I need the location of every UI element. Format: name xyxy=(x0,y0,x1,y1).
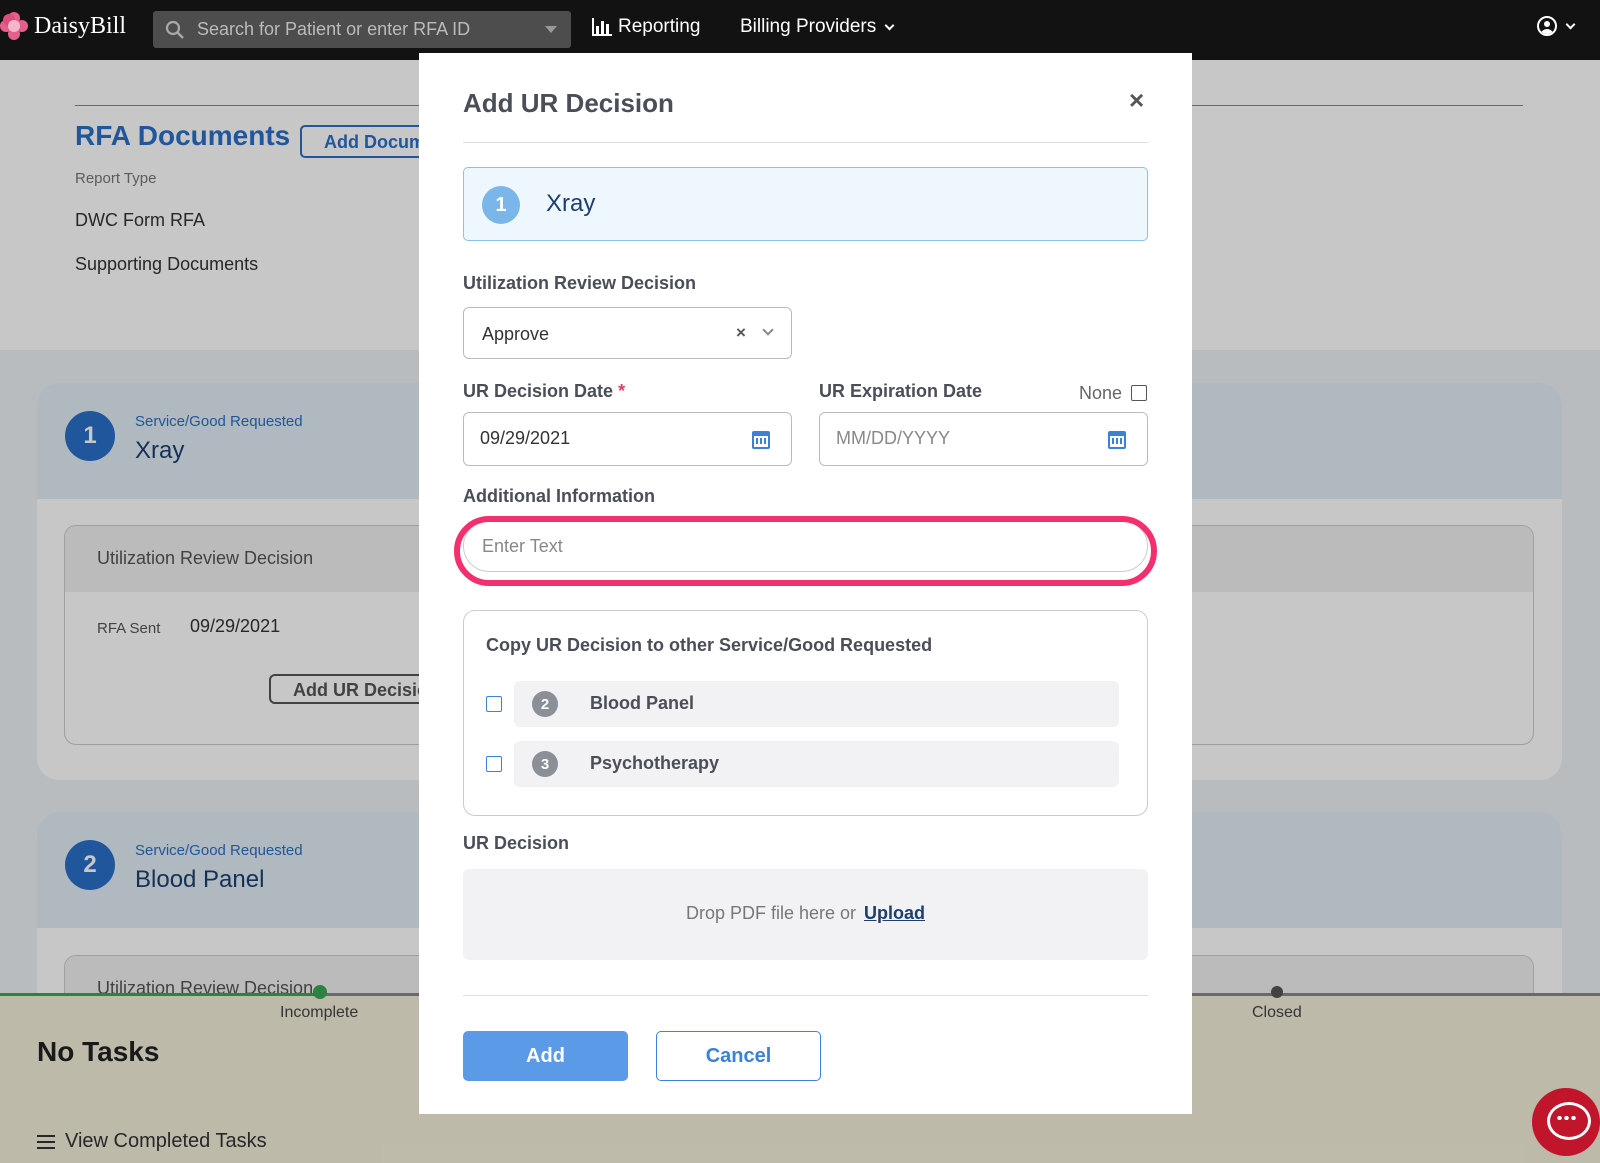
patient-search-box[interactable] xyxy=(153,11,571,48)
service-number-badge: 1 xyxy=(482,186,520,224)
ur-decision-date-label: UR Decision Date * xyxy=(463,381,625,402)
copy-checkbox[interactable] xyxy=(486,756,502,772)
drop-text: Drop PDF file here or xyxy=(685,903,857,923)
upload-link[interactable]: Upload xyxy=(864,903,925,923)
copy-ur-decision-panel: Copy UR Decision to other Service/Good R… xyxy=(463,610,1148,816)
user-menu[interactable] xyxy=(1537,16,1576,36)
ur-decision-date-label-text: UR Decision Date xyxy=(463,381,614,401)
nav-reporting[interactable]: Reporting xyxy=(592,16,700,38)
search-input[interactable] xyxy=(185,19,545,40)
ur-decision-select[interactable]: Approve × xyxy=(463,307,792,359)
search-icon xyxy=(165,20,184,39)
ur-expiration-date-input[interactable] xyxy=(836,428,1076,449)
additional-information-field[interactable] xyxy=(463,520,1148,572)
pdf-drop-zone[interactable]: Drop PDF file here or Upload xyxy=(463,869,1148,960)
service-name: Xray xyxy=(546,190,596,217)
additional-information-input[interactable] xyxy=(482,536,1122,557)
chevron-down-icon xyxy=(1565,19,1576,29)
calendar-icon[interactable] xyxy=(1108,431,1126,449)
add-ur-decision-modal: Add UR Decision × 1 Xray Utilization Rev… xyxy=(419,53,1192,1114)
ur-decision-date-field[interactable] xyxy=(463,412,792,466)
service-number-badge: 2 xyxy=(532,691,558,717)
chevron-down-icon xyxy=(884,20,895,30)
ur-expiration-date-field[interactable] xyxy=(819,412,1148,466)
selected-service-box: 1 Xray xyxy=(463,167,1148,241)
top-navigation-bar: DaisyBill Reporting Billing Providers xyxy=(0,0,1600,60)
ur-decision-value: Approve xyxy=(482,324,550,344)
copy-item-pill: 2 Blood Panel xyxy=(514,681,1119,727)
search-dropdown-caret-icon[interactable] xyxy=(545,26,557,33)
close-icon[interactable]: × xyxy=(1129,85,1144,116)
cancel-button[interactable]: Cancel xyxy=(656,1031,821,1081)
required-mark: * xyxy=(618,381,626,401)
nav-billing-providers[interactable]: Billing Providers xyxy=(740,16,895,38)
bar-chart-icon xyxy=(592,18,612,36)
daisy-flower-icon xyxy=(0,12,28,40)
copy-checkbox[interactable] xyxy=(486,696,502,712)
chevron-down-icon[interactable] xyxy=(762,324,774,336)
modal-divider xyxy=(463,142,1148,143)
add-button[interactable]: Add xyxy=(463,1031,628,1081)
daisybill-logo[interactable]: DaisyBill xyxy=(0,12,126,40)
copy-item-pill: 3 Psychotherapy xyxy=(514,741,1119,787)
copy-ur-decision-title: Copy UR Decision to other Service/Good R… xyxy=(486,635,933,655)
ur-decision-label: Utilization Review Decision xyxy=(463,273,697,293)
clear-icon[interactable]: × xyxy=(736,323,746,343)
copy-item-psychotherapy[interactable]: 3 Psychotherapy xyxy=(486,741,1126,787)
modal-footer-divider xyxy=(463,995,1148,996)
modal-title: Add UR Decision xyxy=(463,88,674,118)
additional-information-label: Additional Information xyxy=(463,486,655,506)
ur-decision-file-label: UR Decision xyxy=(463,833,570,853)
ur-decision-date-input[interactable] xyxy=(480,428,720,449)
expiration-none-checkbox[interactable] xyxy=(1131,385,1147,401)
copy-item-name: Blood Panel xyxy=(590,693,695,713)
logo-text: DaisyBill xyxy=(34,12,127,39)
expiration-none-label: None xyxy=(1079,383,1123,403)
nav-reporting-label: Reporting xyxy=(618,16,701,37)
copy-item-blood-panel[interactable]: 2 Blood Panel xyxy=(486,681,1126,727)
chat-icon[interactable] xyxy=(1532,1088,1600,1156)
user-circle-icon xyxy=(1537,16,1557,36)
nav-billing-providers-label: Billing Providers xyxy=(740,16,877,37)
calendar-icon[interactable] xyxy=(752,431,770,449)
service-number-badge: 3 xyxy=(532,751,558,777)
copy-item-name: Psychotherapy xyxy=(590,753,720,773)
ur-expiration-date-label: UR Expiration Date xyxy=(819,381,983,401)
chat-dots xyxy=(1556,1116,1576,1120)
